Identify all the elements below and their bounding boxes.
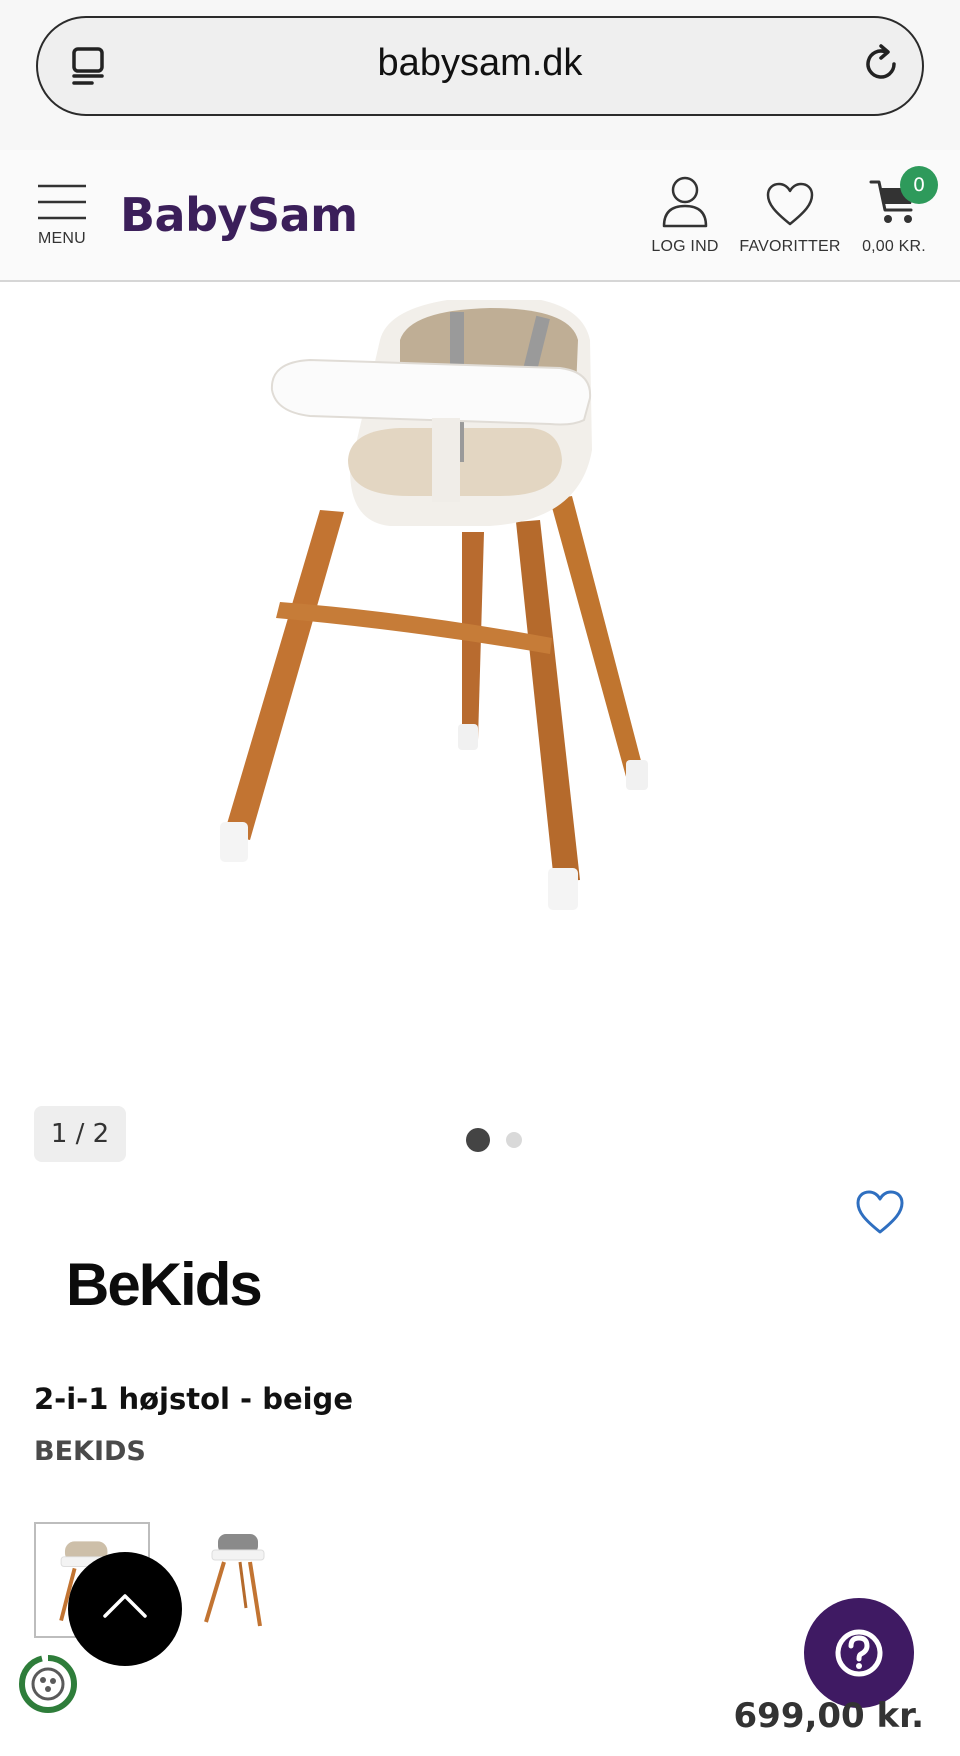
gallery-pagination (466, 1128, 522, 1152)
cart-button[interactable]: 0 0,00 KR. (852, 166, 938, 256)
cart-count-badge: 0 (900, 166, 938, 204)
site-header: MENU BabySam LOG IND FAVORITTER 0 0,00 K… (0, 150, 960, 282)
heart-icon (766, 182, 814, 226)
eco-badge-icon[interactable] (16, 1652, 80, 1716)
product-price: 699,00 kr. (733, 1696, 925, 1736)
hamburger-icon (38, 184, 86, 220)
address-bar[interactable]: babysam.dk (36, 16, 924, 116)
scroll-to-top-button[interactable] (68, 1552, 182, 1666)
user-icon (662, 176, 708, 228)
product-brand[interactable]: BEKIDS (34, 1436, 146, 1467)
question-icon (835, 1629, 883, 1677)
menu-label: MENU (38, 230, 86, 247)
product-title: 2-i-1 højstol - beige (34, 1382, 353, 1416)
favorites-label: FAVORITTER (739, 238, 841, 255)
gallery-dot-1[interactable] (466, 1128, 490, 1152)
brand-logo[interactable]: BeKids (66, 1250, 263, 1319)
gallery-counter: 1 / 2 (34, 1106, 126, 1162)
browser-chrome: babysam.dk (0, 0, 960, 150)
login-button[interactable]: LOG IND (648, 174, 722, 256)
login-label: LOG IND (651, 238, 719, 255)
url-domain: babysam.dk (377, 42, 583, 84)
gallery-dot-2[interactable] (506, 1132, 522, 1148)
menu-button[interactable]: MENU (32, 180, 92, 260)
thumbnail-2[interactable] (180, 1522, 296, 1638)
reload-icon[interactable] (860, 42, 904, 86)
product-image[interactable] (200, 300, 760, 1060)
add-to-favorites-heart-icon[interactable] (854, 1188, 906, 1236)
cart-total: 0,00 KR. (862, 238, 926, 255)
favorites-button[interactable]: FAVORITTER (734, 174, 846, 256)
site-logo[interactable]: BabySam (120, 188, 358, 242)
chevron-up-icon (103, 1594, 147, 1618)
help-button[interactable] (804, 1598, 914, 1708)
